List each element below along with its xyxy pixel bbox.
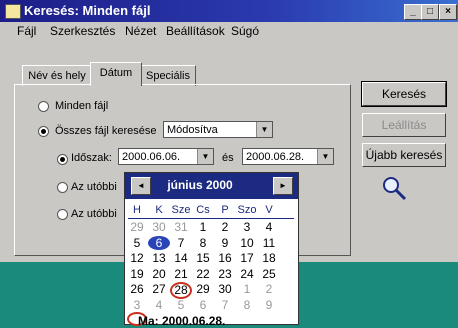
calendar-day-selected[interactable]: 6 <box>148 235 170 250</box>
close-button[interactable]: × <box>439 4 457 20</box>
chevron-down-icon: ▼ <box>197 149 213 164</box>
menu-edit[interactable]: Szerkesztés <box>50 24 115 38</box>
from-date-value: 2000.06.06. <box>122 151 181 163</box>
calendar-day[interactable]: 1 <box>192 220 214 234</box>
calendar-day[interactable]: 25 <box>258 267 280 281</box>
calendar-day[interactable]: 23 <box>214 267 236 281</box>
calendar-day[interactable]: 4 <box>258 220 280 234</box>
window-title: Keresés: Minden fájl <box>24 3 151 18</box>
menu-settings[interactable]: Beállítások <box>166 24 225 38</box>
calendar-day[interactable]: 31 <box>170 220 192 234</box>
calendar-day[interactable]: 15 <box>192 251 214 265</box>
new-search-button[interactable]: Újabb keresés <box>362 143 446 167</box>
calendar-day[interactable]: 9 <box>214 236 236 250</box>
calendar-day[interactable]: 13 <box>148 251 170 265</box>
calendar-day[interactable]: 12 <box>126 251 148 265</box>
tab-name-and-location[interactable]: Név és hely <box>22 65 92 86</box>
search-all-label: Összes fájl keresése <box>55 125 157 137</box>
all-files-radio[interactable] <box>38 101 49 112</box>
calendar-day[interactable]: 27 <box>148 282 170 296</box>
calendar-day[interactable]: 20 <box>148 267 170 281</box>
calendar-day[interactable]: 26 <box>126 282 148 296</box>
calendar-day[interactable]: 22 <box>192 267 214 281</box>
calendar-day[interactable]: 8 <box>192 236 214 250</box>
calendar-day[interactable]: 6 <box>192 298 214 312</box>
menu-view[interactable]: Nézet <box>125 24 156 38</box>
weekday-header: Szo <box>237 204 257 216</box>
previous-days-label: Az utóbbi <box>71 208 117 220</box>
menu-file[interactable]: Fájl <box>17 24 36 38</box>
calendar-day[interactable]: 5 <box>126 236 148 250</box>
calendar-day[interactable]: 5 <box>170 298 192 312</box>
calendar-day[interactable]: 29 <box>192 282 214 296</box>
calendar-day[interactable]: 9 <box>258 298 280 312</box>
search-window-icon <box>5 4 21 19</box>
calendar-day[interactable]: 7 <box>170 236 192 250</box>
period-radio[interactable] <box>57 154 68 165</box>
calendar-day[interactable]: 29 <box>126 220 148 234</box>
calendar-day[interactable]: 24 <box>236 267 258 281</box>
weekday-header: P <box>221 204 229 216</box>
menu-help[interactable]: Súgó <box>231 24 259 38</box>
previous-days-radio[interactable] <box>57 209 68 220</box>
period-label: Időszak: <box>71 152 112 164</box>
from-date-field[interactable]: 2000.06.06. ▼ <box>118 148 214 165</box>
calendar-day[interactable]: 3 <box>126 298 148 312</box>
chevron-down-icon: ▼ <box>317 149 333 164</box>
to-date-field[interactable]: 2000.06.28. ▼ <box>242 148 334 165</box>
stop-button[interactable]: Leállítás <box>362 113 446 137</box>
date-type-select[interactable]: Módosítva ▼ <box>163 121 273 138</box>
calendar-day[interactable]: 19 <box>126 267 148 281</box>
minimize-button[interactable]: _ <box>404 4 422 20</box>
prev-month-button[interactable]: ◄ <box>131 177 151 195</box>
calendar-day[interactable]: 18 <box>258 251 280 265</box>
calendar-day[interactable]: 3 <box>236 220 258 234</box>
chevron-down-icon: ▼ <box>256 122 272 137</box>
calendar-day[interactable]: 21 <box>170 267 192 281</box>
to-date-value: 2000.06.28. <box>246 151 305 163</box>
all-files-label: Minden fájl <box>55 100 109 112</box>
tab-advanced[interactable]: Speciális <box>140 65 196 86</box>
calendar-divider <box>128 218 294 219</box>
search-all-radio[interactable] <box>38 126 49 137</box>
maximize-button[interactable]: □ <box>421 4 439 20</box>
weekday-header: V <box>265 204 273 216</box>
tab-date[interactable]: Dátum <box>90 62 142 86</box>
next-month-button[interactable]: ► <box>273 177 293 195</box>
weekday-header: Sze <box>171 204 191 216</box>
calendar-day[interactable]: 8 <box>236 298 258 312</box>
magnifier-icon <box>383 177 407 201</box>
calendar-day[interactable]: 14 <box>170 251 192 265</box>
calendar-day[interactable]: 11 <box>258 236 280 250</box>
previous-months-label: Az utóbbi <box>71 181 117 193</box>
previous-months-radio[interactable] <box>57 182 68 193</box>
today-label[interactable]: Ma: 2000.06.28. <box>138 314 225 328</box>
calendar-day[interactable]: 16 <box>214 251 236 265</box>
weekday-header: Cs <box>196 204 210 216</box>
date-type-value: Módosítva <box>167 124 218 136</box>
calendar-day[interactable]: 1 <box>236 282 258 296</box>
calendar-day[interactable]: 30 <box>214 282 236 296</box>
calendar-day[interactable]: 7 <box>214 298 236 312</box>
weekday-header: K <box>155 204 163 216</box>
calendar-day[interactable]: 2 <box>214 220 236 234</box>
calendar-day[interactable]: 30 <box>148 220 170 234</box>
calendar-month-label: június 2000 <box>167 178 233 192</box>
weekday-header: H <box>133 204 141 216</box>
search-button[interactable]: Keresés <box>361 81 447 107</box>
calendar-day[interactable]: 10 <box>236 236 258 250</box>
calendar-day[interactable]: 4 <box>148 298 170 312</box>
calendar-day[interactable]: 2 <box>258 282 280 296</box>
calendar-day-today[interactable]: 28 <box>170 282 192 299</box>
and-label: és <box>222 152 234 164</box>
calendar-day[interactable]: 17 <box>236 251 258 265</box>
